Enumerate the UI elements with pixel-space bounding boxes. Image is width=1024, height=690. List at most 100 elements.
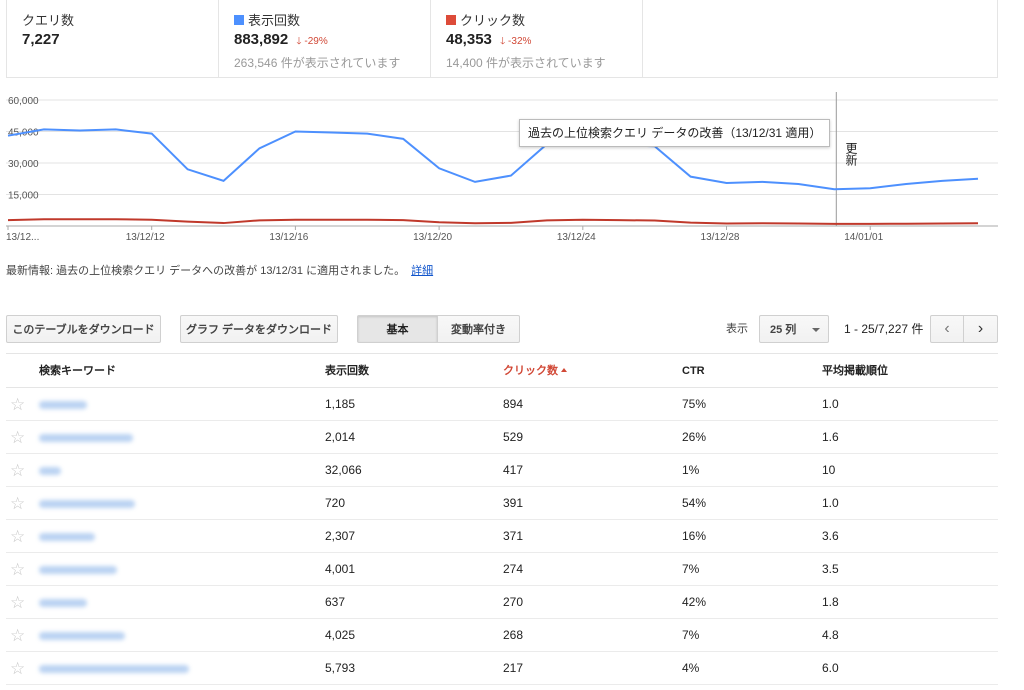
cell-position: 10 [822, 463, 836, 477]
table-body: ☆ 1,185 894 75% 1.0 ☆ 2,014 529 26% 1.6 ☆ 32,066 417… [6, 388, 998, 685]
tab-change[interactable]: 変動率付き [438, 315, 520, 343]
x-tick-label: 13/12/28 [701, 232, 740, 243]
clicks-value: 48,353 [446, 31, 492, 48]
keyword-redacted[interactable] [39, 500, 135, 508]
news-details-link[interactable]: 詳細 [411, 265, 433, 277]
queries-label: クエリ数 [22, 13, 75, 28]
cell-position: 3.6 [822, 529, 839, 543]
table-row[interactable]: ☆ 4,025 268 7% 4.8 [6, 619, 998, 652]
clicks-sub: 14,400 件が表示されています [446, 56, 606, 70]
cell-position: 1.6 [822, 430, 839, 444]
annotation-label[interactable]: 更新 [843, 142, 860, 166]
x-tick-label: 13/12/16 [269, 232, 308, 243]
queries-value: 7,227 [22, 31, 60, 48]
keyword-redacted[interactable] [39, 599, 87, 607]
y-tick-label: 15,000 [8, 191, 39, 202]
star-icon[interactable]: ☆ [10, 421, 25, 454]
keyword-redacted[interactable] [39, 467, 61, 475]
star-icon[interactable]: ☆ [10, 619, 25, 652]
keyword-redacted[interactable] [39, 665, 189, 673]
keyword-redacted[interactable] [39, 632, 125, 640]
cell-position: 1.0 [822, 496, 839, 510]
keyword-redacted[interactable] [39, 401, 87, 409]
star-icon[interactable]: ☆ [10, 520, 25, 553]
queries-table: 検索キーワード 表示回数 クリック数 CTR 平均掲載順位 ☆ 1,185 894 7… [6, 353, 998, 685]
keyword-redacted[interactable] [39, 533, 95, 541]
clicks-line [7, 218, 979, 225]
rows-per-page-select[interactable]: 25 列 [759, 315, 829, 343]
table-row[interactable]: ☆ 4,001 274 7% 3.5 [6, 553, 998, 586]
impressions-delta: -29% [304, 36, 328, 47]
cell-position: 6.0 [822, 661, 839, 675]
summary-impressions[interactable]: 表示回数 883,892 🡓 -29% 263,546 件が表示されています [219, 0, 431, 77]
download-chart-button[interactable]: グラフ データをダウンロード [180, 315, 338, 343]
table-row[interactable]: ☆ 5,793 217 4% 6.0 [6, 652, 998, 685]
cell-clicks: 894 [503, 397, 524, 411]
toolbar: このテーブルをダウンロード グラフ データをダウンロード 基本 変動率付き 表示… [6, 315, 998, 343]
clicks-delta: -32% [508, 36, 532, 47]
cell-impressions: 4,001 [325, 562, 356, 576]
news-banner: 最新情報: 過去の上位検索クエリ データへの改善が 13/12/31 に適用され… [6, 262, 433, 278]
next-page-button[interactable]: › [964, 315, 998, 343]
chevron-left-icon: ‹ [944, 320, 950, 337]
cell-impressions: 720 [325, 496, 346, 510]
x-tick-label: 13/12/12 [126, 232, 165, 243]
star-icon[interactable]: ☆ [10, 454, 25, 487]
cell-ctr: 16% [682, 529, 707, 543]
cell-position: 4.8 [822, 628, 839, 642]
cell-impressions: 32,066 [325, 463, 362, 477]
table-row[interactable]: ☆ 1,185 894 75% 1.0 [6, 388, 998, 421]
table-row[interactable]: ☆ 2,014 529 26% 1.6 [6, 421, 998, 454]
cell-position: 1.0 [822, 397, 839, 411]
cell-clicks: 268 [503, 628, 524, 642]
cell-clicks: 274 [503, 562, 524, 576]
keyword-redacted[interactable] [39, 566, 117, 574]
cell-position: 3.5 [822, 562, 839, 576]
table-row[interactable]: ☆ 637 270 42% 1.8 [6, 586, 998, 619]
cell-impressions: 2,307 [325, 529, 356, 543]
summary-strip: クエリ数 7,227 表示回数 883,892 🡓 -29% 263,546 件… [6, 0, 998, 78]
cell-ctr: 75% [682, 397, 707, 411]
cell-impressions: 5,793 [325, 661, 356, 675]
cell-ctr: 4% [682, 661, 700, 675]
impressions-value: 883,892 [234, 31, 289, 48]
summary-queries: クエリ数 7,227 [7, 0, 219, 77]
x-tick-label: 14/01/01 [844, 232, 883, 243]
y-tick-label: 30,000 [8, 159, 39, 170]
table-row[interactable]: ☆ 2,307 371 16% 3.6 [6, 520, 998, 553]
prev-page-button[interactable]: ‹ [930, 315, 964, 343]
keyword-redacted[interactable] [39, 434, 133, 442]
x-tick-label: 13/12/24 [557, 232, 596, 243]
cell-impressions: 2,014 [325, 430, 356, 444]
clicks-label: クリック数 [460, 13, 526, 28]
table-row[interactable]: ☆ 32,066 417 1% 10 [6, 454, 998, 487]
cell-clicks: 391 [503, 496, 524, 510]
cell-ctr: 7% [682, 562, 700, 576]
summary-clicks[interactable]: クリック数 48,353 🡓 -32% 14,400 件が表示されています [431, 0, 643, 77]
star-icon[interactable]: ☆ [10, 388, 25, 421]
down-arrow-icon: 🡓 [296, 36, 302, 47]
cell-ctr: 42% [682, 595, 707, 609]
star-icon[interactable]: ☆ [10, 586, 25, 619]
download-table-button[interactable]: このテーブルをダウンロード [6, 315, 161, 343]
header-ctr[interactable]: CTR [682, 354, 705, 389]
header-position[interactable]: 平均掲載順位 [822, 354, 888, 389]
news-text: 最新情報: 過去の上位検索クエリ データへの改善が 13/12/31 に適用され… [6, 265, 406, 277]
line-chart[interactable]: 60,000 45,000 30,000 15,000 13/12... 13/12/12… [0, 86, 1000, 246]
cell-position: 1.8 [822, 595, 839, 609]
star-icon[interactable]: ☆ [10, 487, 25, 520]
star-icon[interactable]: ☆ [10, 553, 25, 586]
table-header: 検索キーワード 表示回数 クリック数 CTR 平均掲載順位 [6, 353, 998, 388]
clicks-swatch [446, 14, 456, 25]
header-clicks[interactable]: クリック数 [503, 354, 567, 389]
table-row[interactable]: ☆ 720 391 54% 1.0 [6, 487, 998, 520]
impressions-sub: 263,546 件が表示されています [234, 56, 401, 70]
cell-ctr: 54% [682, 496, 707, 510]
y-tick-label: 60,000 [8, 96, 39, 107]
header-keyword[interactable]: 検索キーワード [39, 354, 116, 389]
header-impressions[interactable]: 表示回数 [325, 354, 369, 389]
x-tick-label: 13/12... [6, 232, 39, 243]
cell-clicks: 529 [503, 430, 524, 444]
star-icon[interactable]: ☆ [10, 652, 25, 685]
tab-basic[interactable]: 基本 [357, 315, 438, 343]
